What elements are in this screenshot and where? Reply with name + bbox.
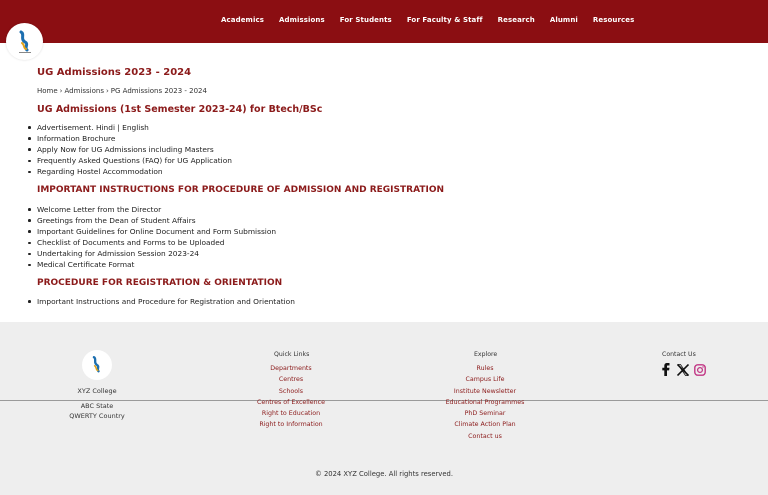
breadcrumb-separator-icon: › — [105, 87, 109, 95]
explore-title: Explore — [474, 351, 498, 358]
quick-links-title: Quick Links — [274, 351, 310, 358]
section-heading-instructions: IMPORTANT INSTRUCTIONS FOR PROCEDURE OF … — [37, 185, 445, 195]
footer-college-name: XYZ College — [77, 387, 117, 395]
footer-link-right-to-education[interactable]: Right to Education — [262, 408, 320, 419]
list-item[interactable]: Medical Certificate Format — [27, 259, 276, 270]
footer-state: ABC State — [80, 402, 114, 410]
footer-link-schools[interactable]: Schools — [279, 386, 303, 397]
facebook-icon[interactable] — [659, 363, 672, 376]
main-nav: Academics Admissions For Students For Fa… — [221, 16, 649, 24]
footer-link-departments[interactable]: Departments — [270, 363, 311, 374]
footer-link-phd-seminar[interactable]: PhD Seminar — [465, 408, 506, 419]
nav-resources[interactable]: Resources — [593, 16, 635, 24]
contact-us-title: Contact Us — [662, 351, 696, 358]
logo-mark-icon — [92, 356, 100, 373]
footer: XYZ College ABC State QWERTY Country Qui… — [0, 322, 768, 495]
list-item[interactable]: Important Guidelines for Online Document… — [27, 226, 276, 237]
quick-links-list: Departments Centres Schools Centres of E… — [251, 363, 331, 431]
logo-mark-icon — [18, 30, 31, 53]
footer-link-institute-newsletter[interactable]: Institute Newsletter — [454, 386, 516, 397]
registration-links-list: Important Instructions and Procedure for… — [27, 296, 295, 307]
footer-divider — [0, 400, 768, 401]
nav-for-students[interactable]: For Students — [340, 16, 392, 24]
footer-logo[interactable] — [82, 350, 112, 380]
social-links — [659, 363, 710, 376]
admission-links-list: Advertisement. Hindi | English Informati… — [27, 122, 232, 177]
nav-alumni[interactable]: Alumni — [550, 16, 578, 24]
section-heading-registration: PROCEDURE FOR REGISTRATION & ORIENTATION — [37, 278, 283, 288]
footer-link-centres[interactable]: Centres — [279, 374, 303, 385]
list-item[interactable]: Important Instructions and Procedure for… — [27, 296, 295, 307]
explore-list: Rules Campus Life Institute Newsletter E… — [435, 363, 535, 442]
section-heading-ug-admissions: UG Admissions (1st Semester 2023-24) for… — [37, 104, 323, 115]
breadcrumb-admissions[interactable]: Admissions — [64, 87, 103, 95]
list-item[interactable]: Undertaking for Admission Session 2023-2… — [27, 248, 276, 259]
breadcrumb: Home › Admissions › PG Admissions 2023 - 202… — [37, 87, 207, 95]
footer-link-rules[interactable]: Rules — [477, 363, 494, 374]
nav-research[interactable]: Research — [498, 16, 535, 24]
page-title: UG Admissions 2023 - 2024 — [37, 67, 192, 78]
footer-link-centres-of-excellence[interactable]: Centres of Excellence — [257, 397, 325, 408]
breadcrumb-home[interactable]: Home — [37, 87, 58, 95]
list-item[interactable]: Information Brochure — [27, 133, 232, 144]
breadcrumb-separator-icon: › — [59, 87, 63, 95]
footer-link-right-to-information[interactable]: Right to Information — [259, 419, 322, 430]
top-navbar: Academics Admissions For Students For Fa… — [0, 0, 768, 43]
footer-link-climate-action-plan[interactable]: Climate Action Plan — [454, 419, 515, 430]
main-content: UG Admissions 2023 - 2024 Home › Admission… — [27, 67, 737, 306]
list-item[interactable]: Frequently Asked Questions (FAQ) for UG … — [27, 155, 232, 166]
list-item[interactable]: Greetings from the Dean of Student Affai… — [27, 215, 276, 226]
list-item[interactable]: Apply Now for UG Admissions including Ma… — [27, 144, 232, 155]
list-item[interactable]: Regarding Hostel Accommodation — [27, 166, 232, 177]
instructions-links-list: Welcome Letter from the Director Greetin… — [27, 204, 276, 271]
list-item[interactable]: Checklist of Documents and Forms to be U… — [27, 237, 276, 248]
copyright-text: © 2024 XYZ College. All rights reserved. — [314, 470, 453, 478]
instagram-icon[interactable] — [693, 363, 706, 376]
nav-academics[interactable]: Academics — [221, 16, 264, 24]
nav-admissions[interactable]: Admissions — [279, 16, 325, 24]
footer-link-educational-programmes[interactable]: Educational Programmes — [446, 397, 525, 408]
x-icon[interactable] — [676, 363, 689, 376]
footer-link-contact-us[interactable]: Contact us — [468, 431, 502, 442]
college-logo[interactable] — [6, 23, 43, 60]
list-item[interactable]: Welcome Letter from the Director — [27, 204, 276, 215]
breadcrumb-current: PG Admissions 2023 - 2024 — [110, 87, 207, 95]
list-item[interactable]: Advertisement. Hindi | English — [27, 122, 232, 133]
nav-for-faculty-staff[interactable]: For Faculty & Staff — [407, 16, 483, 24]
footer-country: QWERTY Country — [69, 412, 125, 420]
footer-link-campus-life[interactable]: Campus Life — [465, 374, 504, 385]
